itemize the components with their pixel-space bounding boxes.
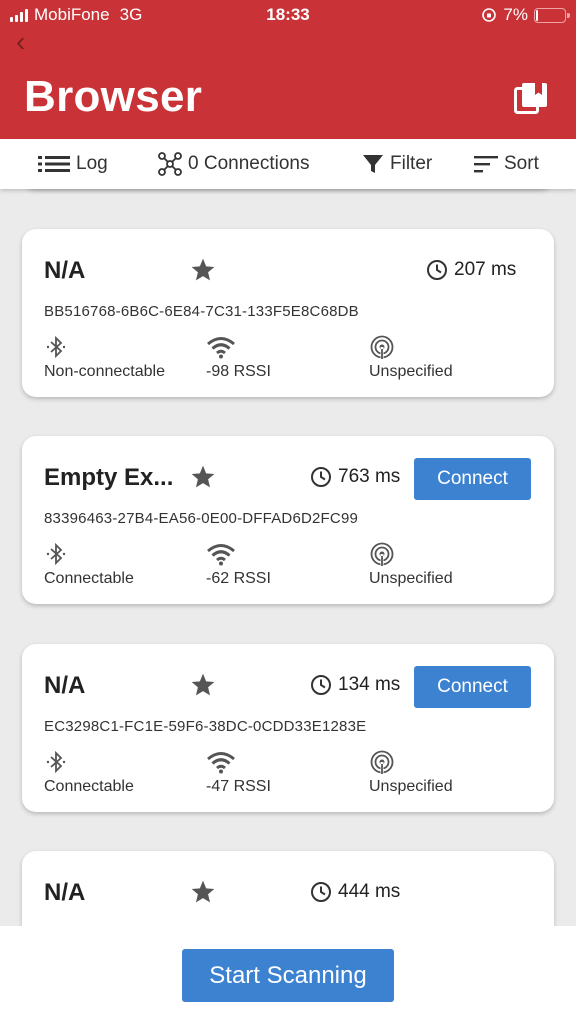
battery-percent: 7% [503, 5, 528, 24]
sort-icon [474, 156, 498, 173]
page-title: Browser [24, 72, 203, 121]
filter-label: Filter [390, 153, 433, 174]
wifi-signal-icon [207, 337, 235, 359]
sort-button[interactable]: Sort [474, 139, 539, 189]
toolbar: Log 0 Connections Filter Sort [0, 139, 576, 189]
sort-label: Sort [504, 153, 539, 174]
beacon-type: Unspecified [369, 540, 453, 588]
filter-button[interactable]: Filter [362, 139, 432, 189]
status-bar: MobiFone 3G 18:33 7% [0, 0, 576, 30]
advertising-interval: 207 ms [426, 259, 516, 281]
device-name: N/A [44, 257, 86, 284]
clock-icon [311, 467, 331, 487]
log-label: Log [76, 153, 108, 174]
battery-icon [534, 7, 570, 23]
list-icon [38, 156, 70, 172]
rssi-label: -47 RSSI [206, 778, 271, 795]
connectable-label: Connectable [44, 570, 134, 587]
device-name: N/A [44, 672, 86, 699]
orientation-lock-icon [482, 8, 497, 22]
interval-value: 207 ms [454, 259, 517, 280]
clock-icon [311, 882, 331, 902]
interval-value: 444 ms [338, 881, 401, 902]
beacon-type-label: Unspecified [369, 363, 453, 380]
favorite-star-icon[interactable] [190, 672, 216, 698]
connections-label: 0 Connections [188, 153, 310, 174]
connect-button[interactable]: Connect [414, 666, 531, 708]
bluetooth-icon [46, 335, 66, 359]
favorite-star-icon[interactable] [190, 879, 216, 905]
log-button[interactable]: Log [38, 139, 108, 189]
wifi-signal-icon [207, 544, 235, 566]
connectable-label: Connectable [44, 778, 134, 795]
filter-icon [363, 155, 383, 173]
favorite-star-icon[interactable] [190, 464, 216, 490]
device-card[interactable]: N/A 444 ms [22, 851, 554, 926]
rssi-label: -62 RSSI [206, 570, 271, 587]
device-card[interactable]: Empty Ex... 763 ms Connect 83396463-27B4… [22, 436, 554, 604]
interval-value: 763 ms [338, 466, 401, 487]
wifi-signal-icon [207, 752, 235, 774]
beacon-type-label: Unspecified [369, 570, 453, 587]
beacon-type-label: Unspecified [369, 778, 453, 795]
connectable-label: Non-connectable [44, 363, 165, 380]
connect-button[interactable]: Connect [414, 458, 531, 500]
interval-value: 134 ms [338, 674, 401, 695]
clock-icon [427, 260, 447, 280]
rssi-label: -98 RSSI [206, 363, 271, 380]
app-header: MobiFone 3G 18:33 7% ‹ Browser [0, 0, 576, 139]
start-scanning-button[interactable]: Start Scanning [182, 949, 394, 1002]
rssi-status: -62 RSSI [206, 540, 271, 588]
connections-icon [158, 152, 182, 176]
connectable-status: Connectable [44, 748, 134, 796]
device-uuid: 83396463-27B4-EA56-0E00-DFFAD6D2FC99 [44, 510, 359, 527]
device-card[interactable]: N/A 207 ms BB516768-6B6C-6E84-7C31-133F5… [22, 229, 554, 397]
device-name: N/A [44, 879, 86, 906]
device-card[interactable]: N/A 134 ms Connect EC3298C1-FC1E-59F6-38… [22, 644, 554, 812]
advertising-interval: 444 ms [310, 881, 400, 903]
device-name: Empty Ex... [44, 464, 174, 491]
connectable-status: Non-connectable [44, 333, 165, 381]
bottom-bar: Start Scanning [0, 926, 576, 1024]
bluetooth-icon [46, 542, 66, 566]
connectable-status: Connectable [44, 540, 134, 588]
beacon-type: Unspecified [369, 333, 453, 381]
device-list[interactable]: N/A 207 ms BB516768-6B6C-6E84-7C31-133F5… [0, 189, 576, 926]
advertising-interval: 763 ms [310, 466, 400, 488]
beacon-type: Unspecified [369, 748, 453, 796]
advertising-interval: 134 ms [310, 674, 400, 696]
favorite-star-icon[interactable] [190, 257, 216, 283]
clock-icon [311, 675, 331, 695]
back-chevron-icon[interactable]: ‹ [16, 28, 25, 56]
rssi-status: -98 RSSI [206, 333, 271, 381]
device-uuid: BB516768-6B6C-6E84-7C31-133F5E8C68DB [44, 303, 359, 320]
beacon-icon [370, 750, 394, 774]
connections-button[interactable]: 0 Connections [158, 139, 309, 189]
beacon-icon [370, 542, 394, 566]
device-uuid: EC3298C1-FC1E-59F6-38DC-0CDD33E1283E [44, 718, 367, 735]
beacon-icon [370, 335, 394, 359]
bluetooth-icon [46, 750, 66, 774]
rssi-status: -47 RSSI [206, 748, 271, 796]
bookmarks-icon[interactable] [514, 82, 548, 114]
